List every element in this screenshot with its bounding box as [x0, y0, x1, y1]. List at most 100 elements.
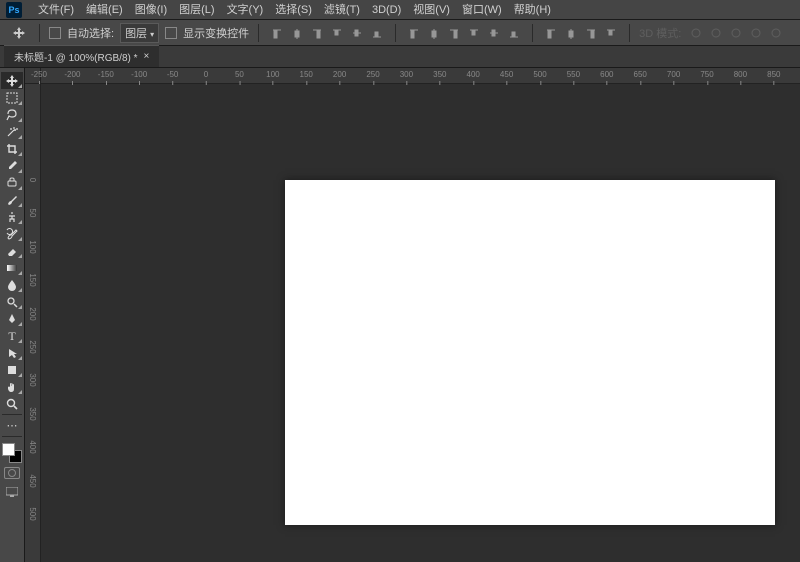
- patch-tool[interactable]: [1, 174, 23, 191]
- dodge-tool[interactable]: [1, 293, 23, 310]
- ruler-h-tick: 0: [204, 70, 208, 79]
- distribute-2-icon[interactable]: [445, 24, 463, 42]
- menu-图像[interactable]: 图像(I): [129, 0, 173, 20]
- menu-文件[interactable]: 文件(F): [32, 0, 80, 20]
- hand-tool[interactable]: [1, 378, 23, 395]
- ruler-v-tick: 500: [28, 507, 37, 520]
- type-tool[interactable]: T: [1, 327, 23, 344]
- auto-select-dropdown[interactable]: 图层 ▾: [120, 23, 159, 43]
- mode3d-1-icon: [707, 24, 725, 42]
- mode3d-0-icon: [687, 24, 705, 42]
- distribute-1-icon[interactable]: [425, 24, 443, 42]
- align-4-icon[interactable]: [348, 24, 366, 42]
- canvas[interactable]: [285, 180, 775, 525]
- eraser-tool[interactable]: [1, 242, 23, 259]
- menu-图层[interactable]: 图层(L): [173, 0, 220, 20]
- ruler-v-tick: 350: [28, 407, 37, 420]
- mode3d-3-icon: [747, 24, 765, 42]
- magic-wand-tool[interactable]: [1, 123, 23, 140]
- ruler-v-tick: 100: [28, 240, 37, 253]
- menu-3D[interactable]: 3D(D): [366, 0, 407, 20]
- screen-mode-toggle[interactable]: [1, 483, 23, 500]
- ruler-v-tick: 400: [28, 441, 37, 454]
- gradient-tool[interactable]: [1, 259, 23, 276]
- ruler-h-tick: 700: [667, 70, 680, 79]
- distribute-5-icon[interactable]: [505, 24, 523, 42]
- auto-select-checkbox[interactable]: [49, 27, 61, 39]
- ruler-h-tick: -50: [167, 70, 179, 79]
- ellipsis-tool[interactable]: ⋯: [1, 417, 23, 434]
- color-swatches[interactable]: [2, 443, 22, 463]
- move-tool[interactable]: [1, 72, 23, 89]
- tab-bar: 未标题-1 @ 100%(RGB/8) * ×: [0, 46, 800, 68]
- ruler-v-tick: 200: [28, 307, 37, 320]
- arrange-2-icon[interactable]: [582, 24, 600, 42]
- menu-文字[interactable]: 文字(Y): [221, 0, 270, 20]
- align-0-icon[interactable]: [268, 24, 286, 42]
- close-tab-icon[interactable]: ×: [144, 51, 150, 62]
- move-tool-indicator[interactable]: [8, 23, 30, 43]
- menu-视图[interactable]: 视图(V): [407, 0, 456, 20]
- brush-tool[interactable]: [1, 191, 23, 208]
- svg-text:T: T: [8, 329, 16, 343]
- align-5-icon[interactable]: [368, 24, 386, 42]
- distribute-0-icon[interactable]: [405, 24, 423, 42]
- document-tab[interactable]: 未标题-1 @ 100%(RGB/8) * ×: [4, 45, 159, 67]
- quick-mask-toggle[interactable]: [4, 467, 20, 479]
- rectangle-tool[interactable]: [1, 361, 23, 378]
- arrange-0-icon[interactable]: [542, 24, 560, 42]
- ruler-h-tick: 750: [700, 70, 713, 79]
- align-1-icon[interactable]: [288, 24, 306, 42]
- arrange-1-icon[interactable]: [562, 24, 580, 42]
- mode3d-4-icon: [767, 24, 785, 42]
- ruler-h-tick: 150: [300, 70, 313, 79]
- arrange-3-icon[interactable]: [602, 24, 620, 42]
- ruler-h-tick: -100: [131, 70, 147, 79]
- ruler-v-tick: 150: [28, 274, 37, 287]
- ruler-v-tick: 300: [28, 374, 37, 387]
- ruler-v-tick: 0: [28, 178, 37, 182]
- blur-tool[interactable]: [1, 276, 23, 293]
- path-select-tool[interactable]: [1, 344, 23, 361]
- transform-controls-checkbox[interactable]: [165, 27, 177, 39]
- crop-tool[interactable]: [1, 140, 23, 157]
- align-3-icon[interactable]: [328, 24, 346, 42]
- auto-select-label: 自动选择:: [67, 25, 114, 41]
- menu-编辑[interactable]: 编辑(E): [80, 0, 129, 20]
- ruler-h-tick: 550: [567, 70, 580, 79]
- pen-tool[interactable]: [1, 310, 23, 327]
- zoom-tool[interactable]: [1, 395, 23, 412]
- ruler-h-tick: 600: [600, 70, 613, 79]
- document-tab-title: 未标题-1 @ 100%(RGB/8) *: [14, 49, 138, 64]
- app-logo: Ps: [6, 2, 22, 18]
- ruler-h-tick: 50: [235, 70, 244, 79]
- options-bar: 自动选择: 图层 ▾ 显示变换控件 3D 模式:: [0, 20, 800, 46]
- menu-窗口[interactable]: 窗口(W): [456, 0, 508, 20]
- ruler-h-tick: 450: [500, 70, 513, 79]
- distribute-3-icon[interactable]: [465, 24, 483, 42]
- ruler-h-tick: -250: [31, 70, 47, 79]
- align-2-icon[interactable]: [308, 24, 326, 42]
- mode3d-label: 3D 模式:: [639, 25, 681, 41]
- vertical-ruler[interactable]: 050100150200250300350400450500: [25, 84, 41, 562]
- canvas-area[interactable]: -250-200-150-100-50050100150200250300350…: [25, 68, 800, 562]
- horizontal-ruler[interactable]: -250-200-150-100-50050100150200250300350…: [41, 68, 800, 84]
- tool-bar: T ⋯: [0, 68, 25, 562]
- ruler-h-tick: 400: [467, 70, 480, 79]
- lasso-tool[interactable]: [1, 106, 23, 123]
- ruler-h-tick: 100: [266, 70, 279, 79]
- menu-帮助[interactable]: 帮助(H): [508, 0, 557, 20]
- workspace: T ⋯ -250-200-150-100-5005010015020025030…: [0, 68, 800, 562]
- clone-tool[interactable]: [1, 208, 23, 225]
- menu-滤镜[interactable]: 滤镜(T): [318, 0, 366, 20]
- distribute-4-icon[interactable]: [485, 24, 503, 42]
- history-brush-tool[interactable]: [1, 225, 23, 242]
- eyedropper-tool[interactable]: [1, 157, 23, 174]
- ruler-h-tick: 350: [433, 70, 446, 79]
- ruler-v-tick: 450: [28, 474, 37, 487]
- rect-marquee-tool[interactable]: [1, 89, 23, 106]
- foreground-swatch[interactable]: [2, 443, 15, 456]
- ruler-h-tick: 850: [767, 70, 780, 79]
- menu-选择[interactable]: 选择(S): [269, 0, 318, 20]
- ruler-h-tick: 650: [634, 70, 647, 79]
